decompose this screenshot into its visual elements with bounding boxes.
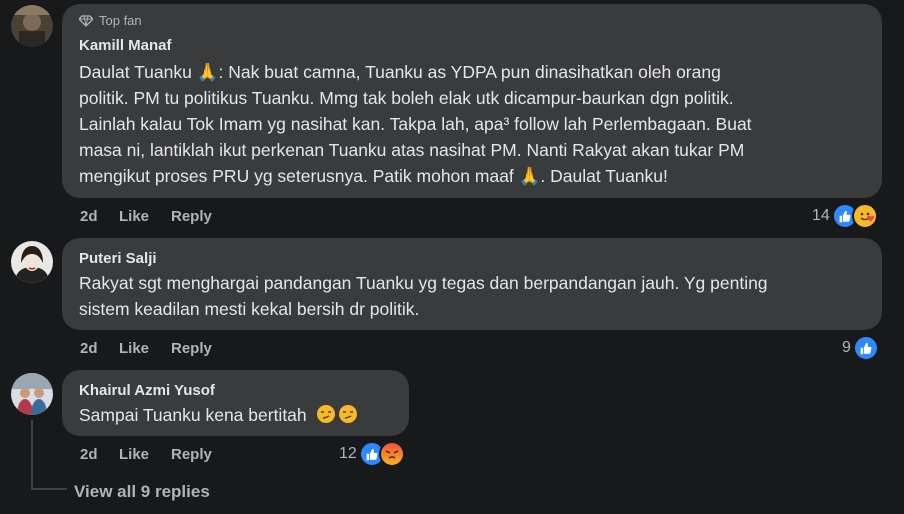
author-name[interactable]: Puteri Salji [79,250,157,267]
reaction-count: 14 [812,207,830,224]
reply-button[interactable]: Reply [171,446,212,463]
comment-text: Sampai Tuanku kena bertitah [79,402,395,428]
comment-line: Rakyat sgt menghargai pandangan Tuanku y… [79,273,768,293]
comment-line: sistem keadilan mesti kekal bersih dr po… [79,299,420,319]
avatar[interactable] [11,373,53,415]
comment-bubble: Puteri Salji Rakyat sgt menghargai panda… [62,238,882,330]
thread-line [31,420,33,490]
comment-bubble: Khairul Azmi Yusof Sampai Tuanku kena be… [62,370,409,436]
like-icon [852,335,879,361]
top-fan-label: Top fan [99,13,142,28]
reply-button[interactable]: Reply [171,208,212,225]
comment-text: Daulat Tuanku 🙏: Nak buat camna, Tuanku … [79,59,868,189]
comment-line: Sampai Tuanku kena bertitah [79,405,307,425]
comment-bubble: Top fan Kamill Manaf Daulat Tuanku 🙏: Na… [62,4,882,198]
avatar[interactable] [11,241,53,283]
comment-line: Lainlah kalau Tok Imam yg nasihat kan. T… [79,114,752,134]
author-name[interactable]: Khairul Azmi Yusof [79,382,215,399]
care-icon [851,203,878,229]
like-button[interactable]: Like [119,208,149,225]
comment-line: politik. PM tu politikus Tuanku. Mmg tak… [79,88,734,108]
like-button[interactable]: Like [119,446,149,463]
comment-text: Rakyat sgt menghargai pandangan Tuanku y… [79,270,868,322]
avatar[interactable] [11,5,53,47]
timestamp[interactable]: 2d [80,446,98,463]
author-name[interactable]: Kamill Manaf [79,37,172,54]
smirk-emoji-icon [316,405,335,423]
reaction-summary[interactable]: 9 [842,335,879,361]
reaction-count: 9 [842,339,851,356]
angry-icon [378,441,405,467]
comment-line: Daulat Tuanku 🙏: Nak buat camna, Tuanku … [79,62,721,82]
reaction-summary[interactable]: 14 [812,203,878,229]
comment-line: mengikut proses PRU yg seterusnya. Patik… [79,166,668,186]
thread-line-curve [31,488,67,490]
smirk-emoji-icon [338,405,357,423]
diamond-icon [79,14,93,27]
comment-line: masa ni, lantiklah ikut perkenan Tuanku … [79,140,745,160]
reply-button[interactable]: Reply [171,340,212,357]
reaction-summary[interactable]: 12 [339,441,405,467]
timestamp[interactable]: 2d [80,208,98,225]
like-button[interactable]: Like [119,340,149,357]
view-all-replies-link[interactable]: View all 9 replies [74,482,210,502]
reaction-count: 12 [339,445,357,462]
top-fan-badge: Top fan [79,13,142,28]
timestamp[interactable]: 2d [80,340,98,357]
